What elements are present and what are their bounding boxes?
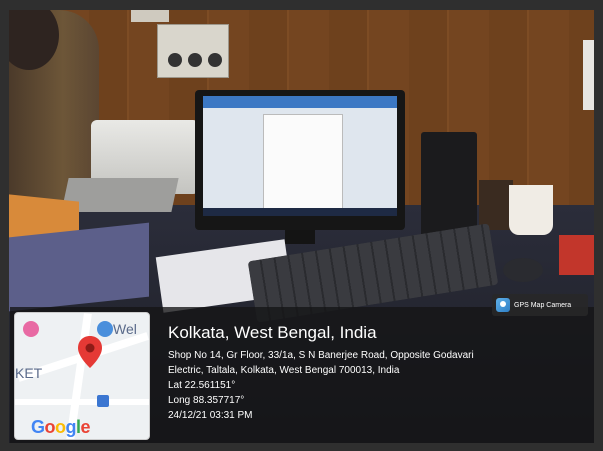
red-box (559, 235, 594, 275)
location-map: Wel KET Google (14, 312, 150, 440)
socket (208, 53, 222, 67)
map-label-top-right: Wel (113, 321, 137, 337)
google-logo: Google (31, 417, 91, 438)
power-switchboard (157, 24, 229, 78)
wall-object (583, 40, 594, 110)
white-mug (509, 185, 553, 235)
laser-printer (61, 112, 199, 222)
document-window (263, 114, 343, 214)
address-line-1: Shop No 14, Gr Floor, 33/1a, S N Banerje… (168, 350, 474, 361)
monitor-screen (203, 96, 397, 216)
gps-map-camera-icon (496, 298, 510, 312)
building-poi-icon (97, 395, 109, 407)
person-head (9, 10, 59, 70)
map-pin-icon (78, 336, 102, 368)
map-label-left: KET (15, 365, 43, 381)
app-label: GPS Map Camera (514, 301, 572, 309)
socket (168, 53, 182, 67)
latitude: Lat 22.561151° (168, 380, 236, 391)
taskbar (203, 208, 397, 216)
photo-frame: GPS Map Camera Wel KET Google Kolkata, W… (0, 0, 603, 451)
location-info: Kolkata, West Bengal, India Shop No 14, … (168, 322, 588, 423)
google-logo-letter: g (65, 417, 77, 437)
longitude: Long 88.357717° (168, 395, 245, 406)
google-logo-letter: e (80, 417, 91, 437)
monitor-stand (285, 230, 315, 244)
shopping-cart-poi-icon (23, 321, 39, 337)
google-logo-letter: G (31, 417, 45, 437)
computer-mouse (503, 258, 543, 282)
pen-holder (479, 180, 513, 230)
google-logo-letter: o (44, 417, 56, 437)
google-logo-letter: o (55, 417, 66, 437)
socket (188, 53, 202, 67)
wall-plate (131, 10, 169, 22)
map-road (15, 399, 149, 405)
address-line-2: Electric, Taltala, Kolkata, West Bengal … (168, 365, 400, 376)
location-title: Kolkata, West Bengal, India (168, 323, 377, 342)
timestamp: 24/12/21 03:31 PM (168, 410, 253, 421)
computer-monitor (195, 90, 405, 244)
gps-app-badge: GPS Map Camera (492, 294, 588, 316)
blue-folder (9, 222, 149, 312)
